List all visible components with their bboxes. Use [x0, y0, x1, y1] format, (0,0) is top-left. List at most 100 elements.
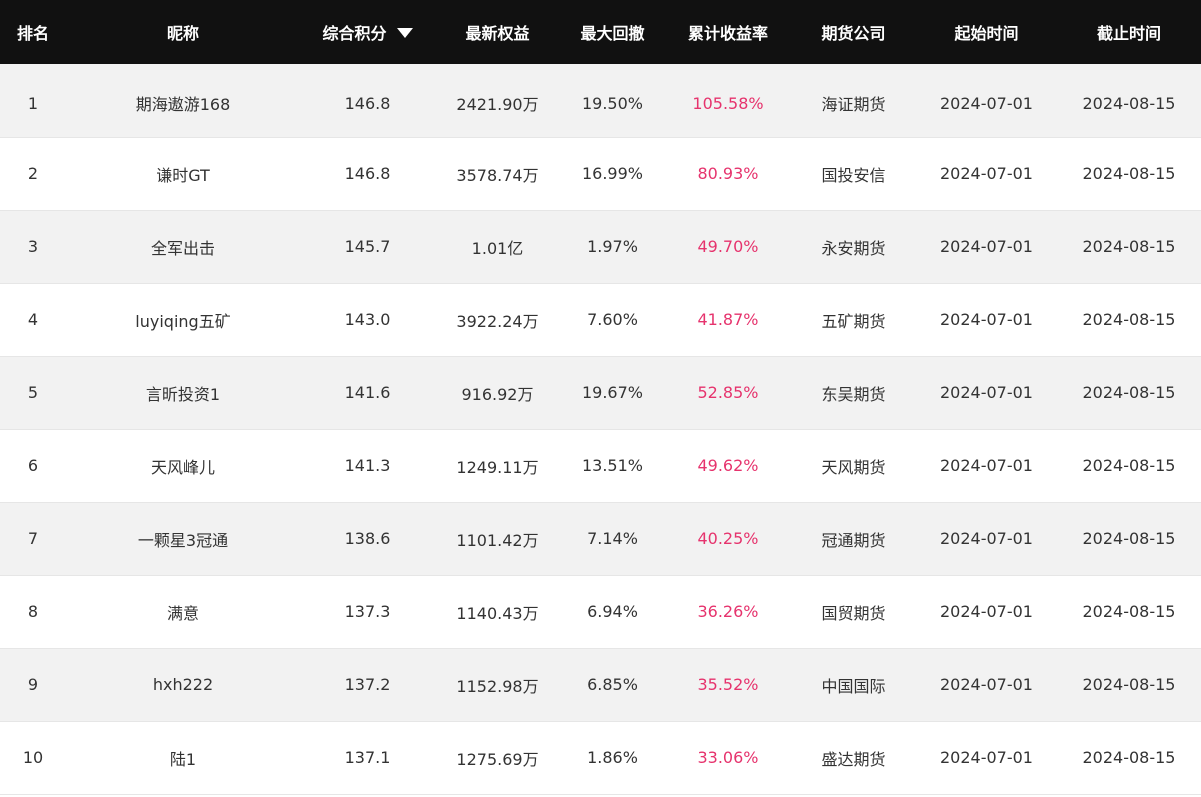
table-row: 7 一颗星3冠通 138.6 1101.42万 7.14% 40.25% 冠通期…: [0, 502, 1201, 575]
cell-score: 138.6: [344, 529, 391, 548]
cell-end: 2024-08-15: [1082, 310, 1176, 329]
cell-nickname: luyiqing五矿: [135, 311, 231, 331]
cell-drawdown: 7.60%: [587, 310, 638, 329]
cell-drawdown: 19.50%: [581, 93, 643, 113]
cell-return: 52.85%: [697, 383, 759, 402]
cell-nickname: 天风峰儿: [150, 457, 215, 477]
cell-start: 2024-07-01: [940, 529, 1033, 548]
header-score[interactable]: 综合积分: [300, 0, 435, 64]
table-row: 8 满意 137.3 1140.43万 6.94% 36.26% 国贸期货 20…: [0, 575, 1201, 648]
cell-start: 2024-07-01: [940, 383, 1033, 402]
table-row: 3 全军出击 145.7 1.01亿 1.97% 49.70% 永安期货 202…: [0, 210, 1201, 283]
table-row: 4 luyiqing五矿 143.0 3922.24万 7.60% 41.87%…: [0, 283, 1201, 356]
table-row: 10 陆1 137.1 1275.69万 1.86% 33.06% 盛达期货 2…: [0, 721, 1201, 794]
cell-company: 永安期货: [821, 238, 886, 258]
cell-equity: 3922.24万: [456, 311, 539, 331]
header-equity: 最新权益: [465, 24, 530, 43]
cell-nickname: 期海遨游168: [135, 95, 231, 115]
header-end: 截止时间: [1096, 24, 1161, 43]
header-score-label: 综合积分: [322, 24, 387, 43]
cell-end: 2024-08-15: [1082, 93, 1176, 113]
table-row: 5 言昕投资1 141.6 916.92万 19.67% 52.85% 东吴期货…: [0, 356, 1201, 429]
ranking-table: 排名 昵称 综合积分 最新权益 最大回撤 累计收益率 期货公司 起始时间 截止时…: [0, 0, 1201, 795]
cell-drawdown: 1.86%: [587, 748, 638, 767]
cell-drawdown: 7.14%: [587, 529, 638, 548]
table-header-row: 排名 昵称 综合积分 最新权益 最大回撤 累计收益率 期货公司 起始时间 截止时…: [0, 0, 1201, 64]
cell-rank: 3: [27, 237, 39, 256]
cell-start: 2024-07-01: [940, 93, 1033, 113]
cell-end: 2024-08-15: [1082, 602, 1176, 621]
cell-return: 49.70%: [697, 237, 759, 256]
cell-rank: 2: [27, 164, 39, 183]
cell-drawdown: 13.51%: [581, 456, 643, 475]
cell-equity: 916.92万: [461, 384, 534, 404]
cell-equity: 2421.90万: [456, 95, 539, 115]
cell-end: 2024-08-15: [1082, 529, 1176, 548]
cell-score: 141.3: [344, 456, 391, 475]
sort-down-icon[interactable]: [396, 28, 413, 38]
table-row: 6 天风峰儿 141.3 1249.11万 13.51% 49.62% 天风期货…: [0, 429, 1201, 502]
header-nickname: 昵称: [166, 24, 199, 43]
header-rank: 排名: [16, 24, 49, 43]
cell-equity: 1140.43万: [456, 603, 539, 623]
cell-nickname: 一颗星3冠通: [137, 530, 229, 550]
header-drawdown: 最大回撤: [580, 24, 645, 43]
cell-rank: 8: [27, 602, 39, 621]
cell-nickname: 满意: [166, 603, 199, 623]
cell-rank: 5: [27, 383, 39, 402]
cell-return: 105.58%: [692, 93, 764, 113]
cell-return: 36.26%: [697, 602, 759, 621]
cell-company: 五矿期货: [821, 311, 886, 331]
cell-company: 中国国际: [821, 676, 886, 696]
cell-rank: 6: [27, 456, 39, 475]
cell-equity: 1152.98万: [456, 676, 539, 696]
cell-company: 国贸期货: [821, 603, 886, 623]
header-company: 期货公司: [821, 24, 886, 43]
cell-start: 2024-07-01: [940, 237, 1033, 256]
cell-start: 2024-07-01: [940, 164, 1033, 183]
cell-return: 33.06%: [697, 748, 759, 767]
cell-end: 2024-08-15: [1082, 748, 1176, 767]
cell-end: 2024-08-15: [1082, 456, 1176, 475]
cell-rank: 4: [27, 310, 39, 329]
cell-return: 41.87%: [697, 310, 759, 329]
header-return: 累计收益率: [687, 24, 768, 43]
cell-return: 80.93%: [697, 164, 759, 183]
cell-company: 东吴期货: [821, 384, 886, 404]
cell-nickname: hxh222: [152, 675, 214, 694]
cell-drawdown: 1.97%: [587, 237, 638, 256]
cell-nickname: 言昕投资1: [145, 384, 221, 404]
cell-equity: 3578.74万: [456, 165, 539, 185]
cell-end: 2024-08-15: [1082, 675, 1176, 694]
cell-drawdown: 19.67%: [581, 383, 643, 402]
cell-nickname: 谦时GT: [156, 165, 210, 185]
cell-equity: 1249.11万: [456, 457, 539, 477]
cell-score: 141.6: [344, 383, 391, 402]
cell-company: 海证期货: [821, 95, 886, 115]
cell-score: 137.1: [344, 748, 391, 767]
cell-score: 137.2: [344, 675, 391, 694]
table-row: 9 hxh222 137.2 1152.98万 6.85% 35.52% 中国国…: [0, 648, 1201, 721]
cell-return: 40.25%: [697, 529, 759, 548]
cell-rank: 10: [22, 748, 44, 767]
table-row: 1 期海遨游168 146.8 2421.90万 19.50% 105.58% …: [0, 64, 1201, 137]
cell-nickname: 陆1: [169, 749, 197, 769]
cell-end: 2024-08-15: [1082, 164, 1176, 183]
cell-drawdown: 16.99%: [581, 164, 643, 183]
cell-score: 143.0: [344, 310, 391, 329]
cell-score: 145.7: [344, 237, 391, 256]
cell-rank: 9: [27, 675, 39, 694]
cell-start: 2024-07-01: [940, 310, 1033, 329]
table-row: 2 谦时GT 146.8 3578.74万 16.99% 80.93% 国投安信…: [0, 137, 1201, 210]
cell-rank: 7: [27, 529, 39, 548]
cell-score: 146.8: [344, 164, 391, 183]
cell-end: 2024-08-15: [1082, 237, 1176, 256]
cell-score: 137.3: [344, 602, 391, 621]
cell-rank: 1: [27, 93, 39, 113]
cell-nickname: 全军出击: [150, 238, 215, 258]
cell-company: 盛达期货: [821, 749, 886, 769]
header-start: 起始时间: [954, 24, 1019, 43]
cell-return: 35.52%: [697, 675, 759, 694]
cell-equity: 1275.69万: [456, 749, 539, 769]
cell-equity: 1101.42万: [456, 530, 539, 550]
